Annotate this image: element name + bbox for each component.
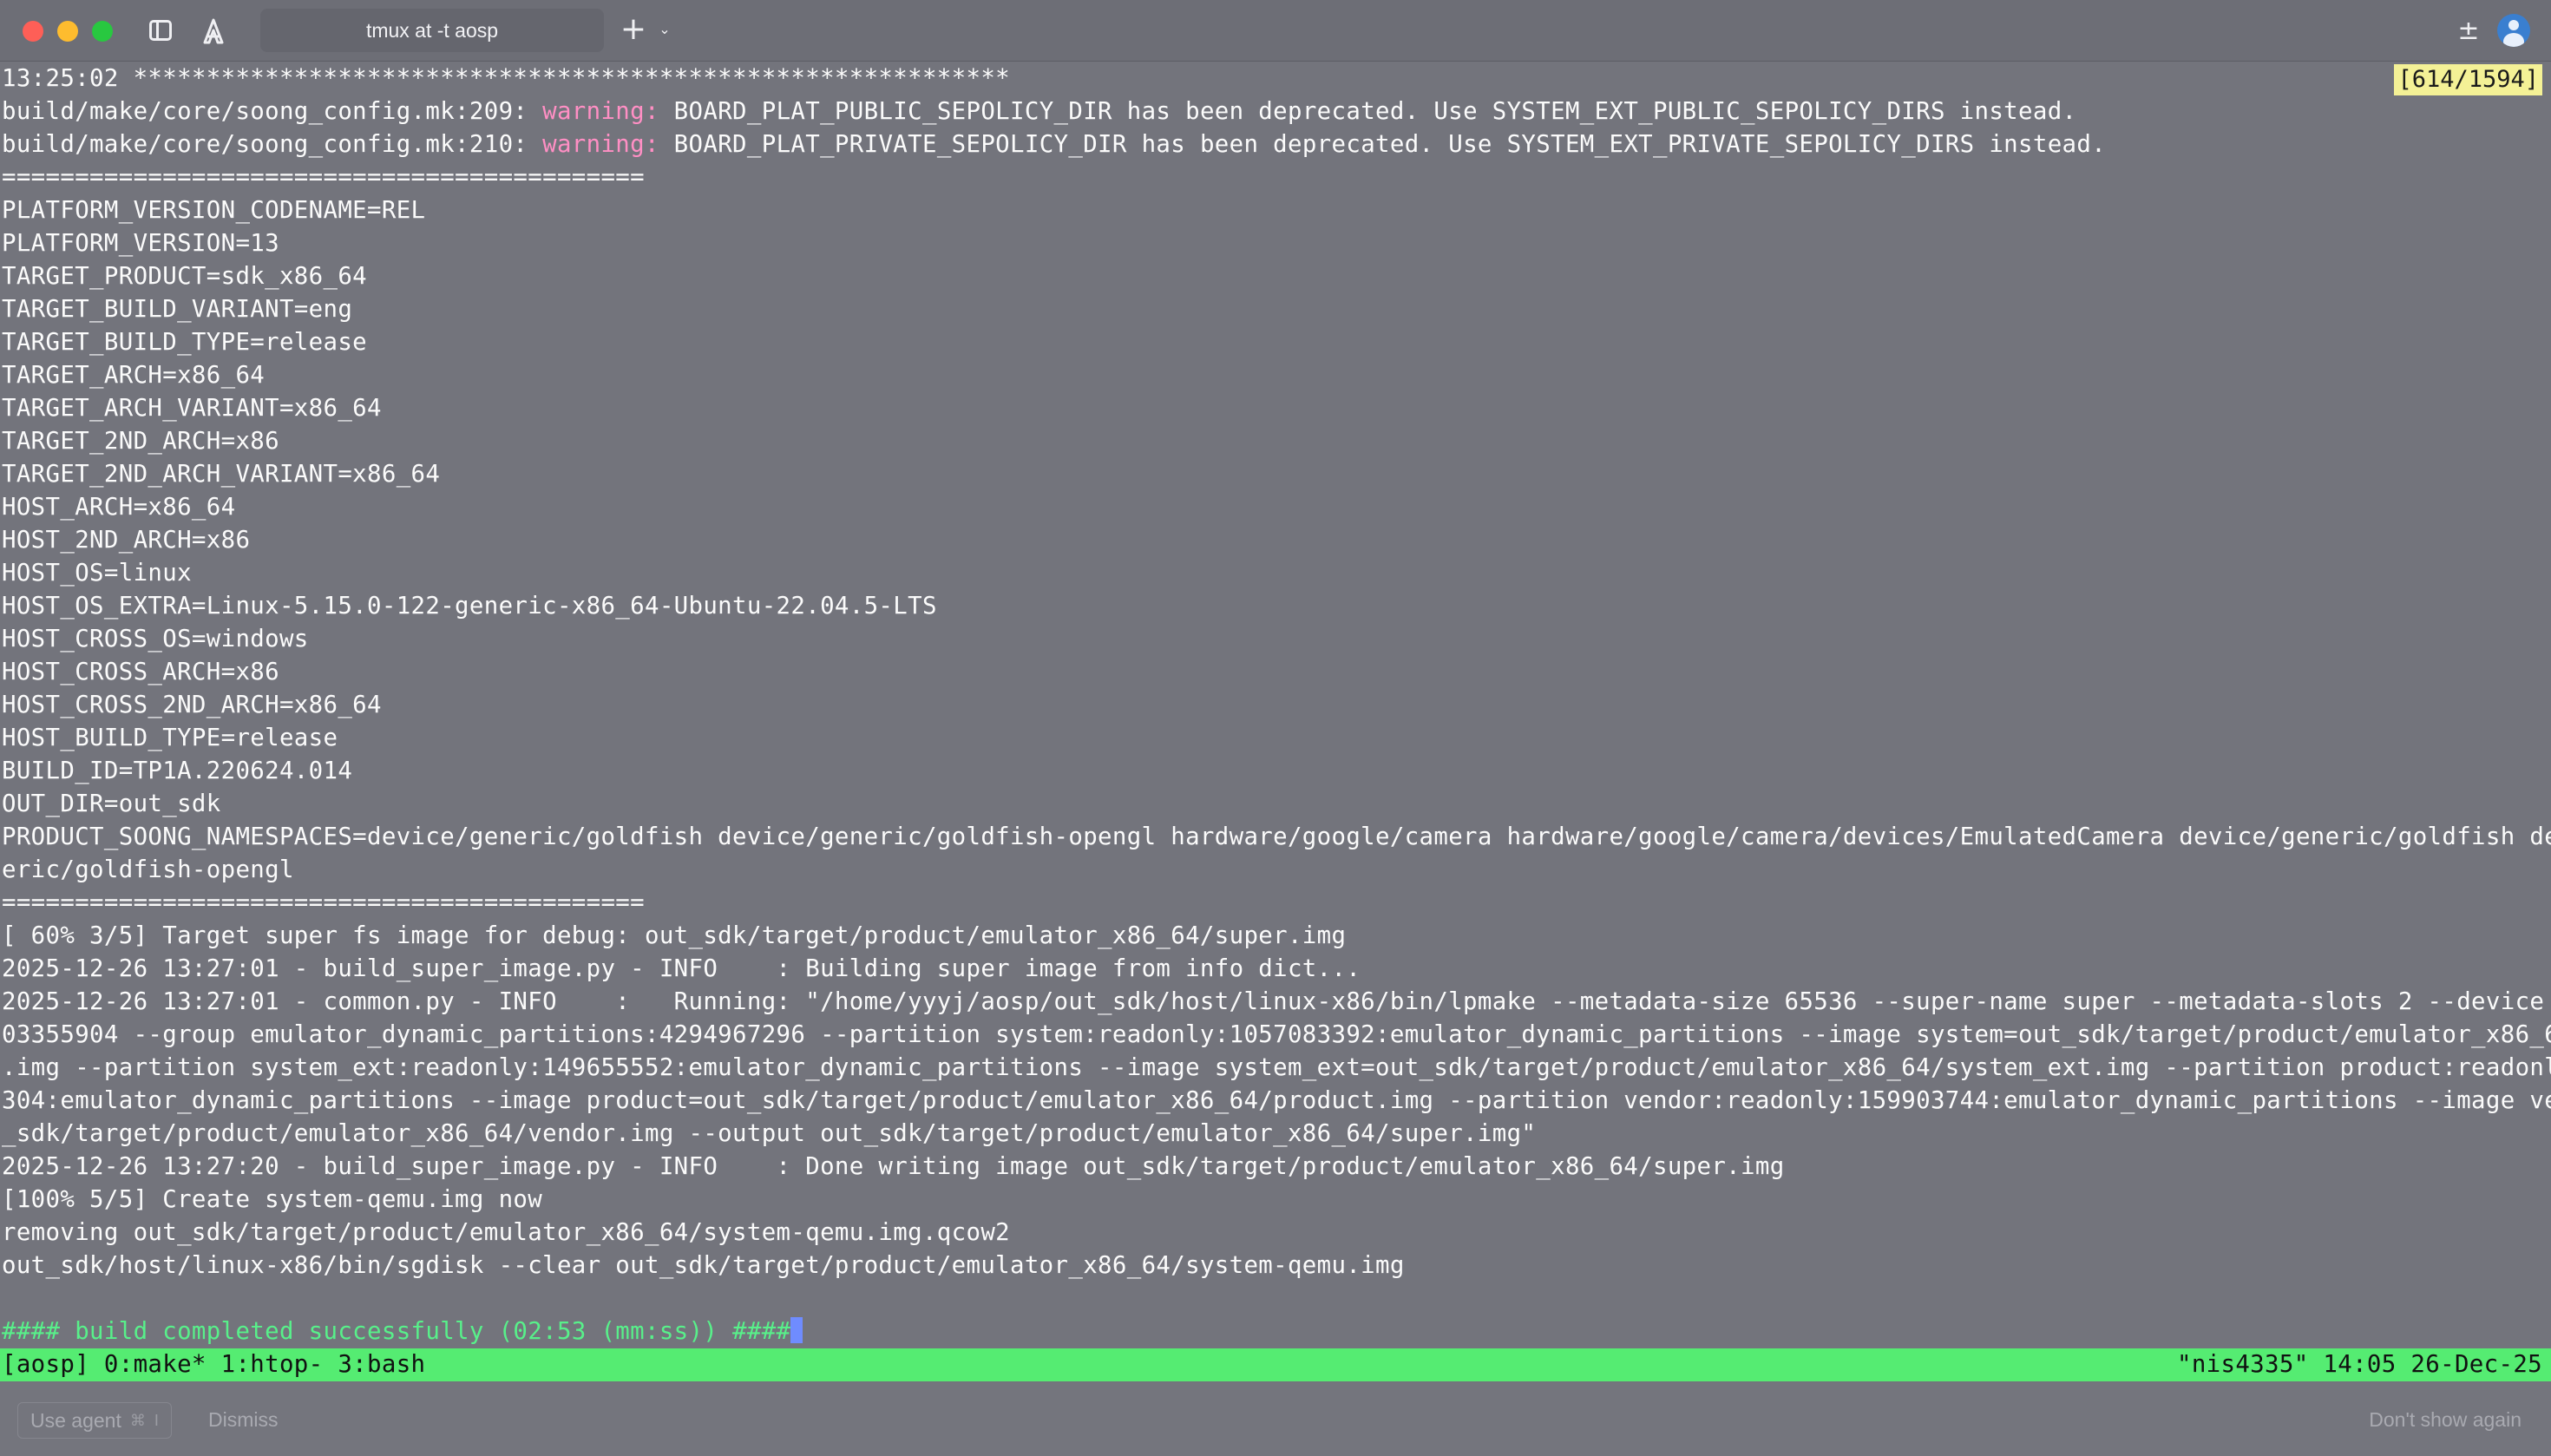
tab-title: tmux at -t aosp [365,18,499,42]
terminal-text: BOARD_PLAT_PUBLIC_SEPOLICY_DIR has been … [659,98,2077,125]
terminal-line: eric/goldfish-opengl [2,856,294,883]
terminal-line: ========================================… [2,889,645,916]
build-success-text: #### build completed successfully (02:53… [2,1318,791,1345]
terminal-line: 2025-12-26 13:27:01 - build_super_image.… [2,955,1361,982]
terminal-line: 2025-12-26 13:27:01 - common.py - INFO :… [2,988,2551,1015]
sidebar-toggle-icon[interactable] [146,16,177,47]
terminal-line: 03355904 --group emulator_dynamic_partit… [2,1021,2551,1048]
terminal-line: HOST_CROSS_ARCH=x86 [2,659,279,685]
terminal-line: TARGET_2ND_ARCH=x86 [2,428,279,455]
warning-label: warning: [542,131,659,158]
terminal-output[interactable]: 13:25:02 *******************************… [0,62,2551,1347]
terminal-line: BUILD_ID=TP1A.220624.014 [2,758,353,784]
use-agent-button[interactable]: Use agent ⌘ I [17,1402,172,1439]
dismiss-button[interactable]: Dismiss [208,1402,279,1437]
terminal-line: HOST_2ND_ARCH=x86 [2,527,251,554]
terminal-line: HOST_OS=linux [2,560,192,587]
terminal-line: TARGET_BUILD_VARIANT=eng [2,296,353,323]
tab-menu-button[interactable]: ⌄ [654,19,675,40]
title-bar: tmux at -t aosp + ⌄ ± [0,0,2551,62]
shortcut-key: I [154,1411,159,1429]
terminal-line: TARGET_PRODUCT=sdk_x86_64 [2,263,368,290]
terminal-line: .img --partition system_ext:readonly:149… [2,1054,2551,1081]
terminal-text: build/make/core/soong_config.mk:210: [2,131,543,158]
warning-label: warning: [542,98,659,125]
close-window-button[interactable] [23,21,43,42]
terminal-window: tmux at -t aosp + ⌄ ± [614/1594] 13:25:0… [0,0,2551,1456]
terminal-line: 13:25:02 *******************************… [2,65,1010,92]
terminal-line: TARGET_BUILD_TYPE=release [2,329,368,356]
maximize-window-button[interactable] [92,21,113,42]
terminal-line: build/make/core/soong_config.mk:210: war… [2,128,2106,161]
agent-banner: Use agent ⌘ I Dismiss Don't show again [0,1383,2551,1456]
terminal-line: TARGET_ARCH_VARIANT=x86_64 [2,395,382,422]
agent-icon[interactable] [198,16,229,47]
terminal-line: PLATFORM_VERSION=13 [2,230,279,257]
tab-tmux[interactable]: tmux at -t aosp [260,9,604,52]
terminal-line: HOST_BUILD_TYPE=release [2,725,338,751]
new-tab-button[interactable]: + [618,14,649,45]
chevron-down-icon: ⌄ [659,21,671,37]
terminal-text: build/make/core/soong_config.mk:209: [2,98,543,125]
terminal-line: HOST_CROSS_OS=windows [2,626,309,653]
use-agent-label: Use agent [30,1408,121,1432]
terminal-line: _sdk/target/product/emulator_x86_64/vend… [2,1120,1537,1147]
avatar[interactable] [2497,14,2530,47]
terminal-line: out_sdk/host/linux-x86/bin/sgdisk --clea… [2,1252,1405,1279]
build-success-line: #### build completed successfully (02:53… [2,1315,803,1347]
terminal-line: [ 60% 3/5] Target super fs image for deb… [2,922,1347,949]
tmux-window-list[interactable]: [aosp] 0:make* 1:htop- 3:bash [2,1348,425,1381]
terminal-line: removing out_sdk/target/product/emulator… [2,1219,1010,1246]
terminal-line: 304:emulator_dynamic_partitions --image … [2,1087,2551,1114]
terminal-line: HOST_ARCH=x86_64 [2,494,236,521]
terminal-line: [100% 5/5] Create system-qemu.img now [2,1186,543,1213]
dont-show-again-button[interactable]: Don't show again [2369,1402,2521,1437]
plus-minus-icon[interactable]: ± [2456,14,2482,49]
command-key-icon: ⌘ [129,1411,146,1429]
terminal-line: OUT_DIR=out_sdk [2,790,221,817]
terminal-line: 2025-12-26 13:27:20 - build_super_image.… [2,1153,1785,1180]
plus-icon: + [620,11,647,47]
tmux-status-bar: [aosp] 0:make* 1:htop- 3:bash "nis4335" … [0,1348,2551,1381]
terminal-line: TARGET_ARCH=x86_64 [2,362,266,389]
minimize-window-button[interactable] [57,21,78,42]
terminal-line: TARGET_2ND_ARCH_VARIANT=x86_64 [2,461,441,488]
terminal-line: PLATFORM_VERSION_CODENAME=REL [2,197,426,224]
terminal-line: HOST_OS_EXTRA=Linux-5.15.0-122-generic-x… [2,593,937,620]
tmux-status-right: "nis4335" 14:05 26-Dec-25 [2176,1351,2542,1378]
terminal-line: build/make/core/soong_config.mk:209: war… [2,95,2076,128]
terminal-line: PRODUCT_SOONG_NAMESPACES=device/generic/… [2,823,2551,850]
terminal-text: BOARD_PLAT_PRIVATE_SEPOLICY_DIR has been… [659,131,2107,158]
terminal-line: ========================================… [2,164,645,191]
terminal-line: HOST_CROSS_2ND_ARCH=x86_64 [2,692,382,718]
terminal-cursor [790,1317,803,1343]
